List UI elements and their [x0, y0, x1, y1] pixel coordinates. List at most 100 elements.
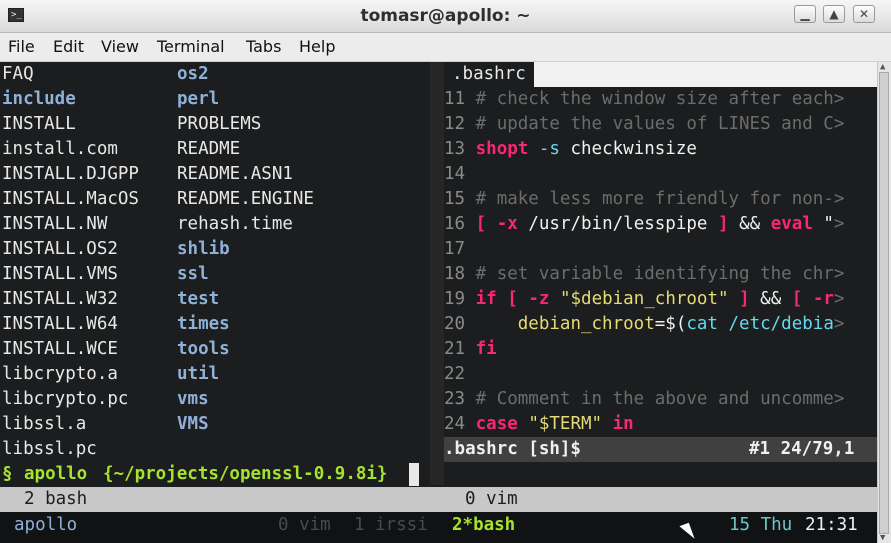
code-token: > [833, 289, 845, 309]
file-entry: INSTALL.W32 [2, 289, 118, 309]
file-entry: PROBLEMS [177, 114, 262, 134]
pane-divider[interactable] [430, 62, 444, 485]
line-number: 19 [444, 289, 466, 309]
vim-line: 18 # set variable identifying the chr> [444, 262, 844, 287]
vim-line: 12 # update the values of LINES and C> [444, 112, 844, 137]
tmux-pane-bar: 2 bash 0 vim [0, 487, 877, 512]
directory-entry: times [177, 314, 230, 334]
tmux-status-bar: apollo 0 vim 1 irssi 2*bash 15 Thu 21:31 [0, 512, 877, 543]
code-token: -r [812, 289, 834, 309]
vim-line: 20 debian_chroot=$(cat /etc/debia> [444, 312, 844, 337]
directory-entry: tools [177, 339, 230, 359]
menu-tabs[interactable]: Tabs [246, 37, 281, 56]
directory-entry: util [177, 364, 220, 384]
code-token: # check the window size after each [475, 89, 834, 109]
line-number: 11 [444, 89, 466, 109]
code-token: # update the values of LINES and C [475, 114, 834, 134]
file-entry: libcrypto.a [2, 364, 118, 384]
code-token: in [612, 414, 634, 434]
scroll-up-icon[interactable]: ▲ [880, 62, 885, 72]
shell-prompt[interactable]: § apollo {~/projects/openssl-0.9.8i} [0, 462, 430, 487]
code-token: > [833, 264, 845, 284]
menu-edit[interactable]: Edit [53, 37, 84, 56]
file-entry: libssl.pc [2, 439, 97, 459]
menu-view[interactable]: View [101, 37, 139, 56]
file-entry: README [177, 139, 241, 159]
scroll-down-icon[interactable]: ▼ [880, 533, 885, 543]
code-token: [ [791, 289, 803, 309]
code-token: cat /etc/debia [686, 314, 834, 334]
terminal-area[interactable]: FAQ include INSTALL install.com INSTALL.DJGP… [0, 62, 891, 543]
menu-help[interactable]: Help [299, 37, 335, 56]
status-window-active[interactable]: 2*bash [452, 513, 515, 538]
code-token: ] [717, 214, 729, 234]
code-token: > [833, 89, 845, 109]
scrollbar-thumb[interactable] [879, 72, 889, 534]
code-token: && [749, 289, 792, 309]
code-token: fi [475, 339, 497, 359]
vim-status-file: .bashrc [sh]$ [444, 439, 581, 459]
code-token: debian_chroot [475, 314, 655, 334]
line-number: 20 [444, 314, 466, 334]
file-entry: FAQ [2, 64, 34, 84]
code-token: -s [538, 139, 560, 159]
vim-tab[interactable]: .bashrc [444, 62, 534, 87]
vim-line: 23 # Comment in the above and uncomme> [444, 387, 844, 412]
file-entry: README.ENGINE [177, 189, 314, 209]
directory-entry: test [177, 289, 220, 309]
menu-file[interactable]: File [8, 37, 35, 56]
code-token: checkwinsize [559, 139, 697, 159]
code-token: -z [528, 289, 550, 309]
line-number: 23 [444, 389, 466, 409]
close-button[interactable]: ✕ [853, 5, 875, 23]
code-token: -x [496, 214, 518, 234]
vim-line: 17 [444, 237, 476, 262]
directory-entry: include [2, 89, 76, 109]
code-token: =$( [654, 314, 687, 334]
file-entry: INSTALL.MacOS [2, 189, 139, 209]
code-token: [ [475, 214, 487, 234]
prompt-path: {~/projects/openssl-0.9.8i} [103, 464, 388, 484]
file-entry: INSTALL [2, 114, 76, 134]
code-token: [ [507, 289, 518, 309]
status-window-irssi[interactable]: 1 irssi [354, 513, 428, 538]
terminal-scrollbar[interactable]: ▲ ▼ [877, 62, 891, 543]
vim-status-position: #1 24/79,1 [749, 439, 855, 459]
line-number: 17 [444, 239, 466, 259]
directory-entry: ssl [177, 264, 209, 284]
vim-line: 16 [ -x /usr/bin/lesspipe ] && eval "> [444, 212, 844, 237]
code-token: > [833, 314, 845, 334]
tmux-pane-right[interactable]: 0 vim [465, 487, 518, 512]
code-token: "$TERM" [528, 414, 603, 434]
maximize-button[interactable]: ▲ [823, 5, 845, 23]
line-number: 24 [444, 414, 466, 434]
code-token: /usr/bin/lesspipe [517, 214, 718, 234]
line-number: 15 [444, 189, 466, 209]
vim-line: 19 if [ -z "$debian_chroot" ] && [ -r> [444, 287, 845, 312]
minimize-button[interactable]: ▁ [794, 5, 816, 23]
status-window-vim[interactable]: 0 vim [278, 513, 331, 538]
line-number: 13 [444, 139, 466, 159]
file-entry: INSTALL.DJGPP [2, 164, 139, 184]
file-entry: libcrypto.pc [2, 389, 129, 409]
tmux-pane-left[interactable]: 2 bash [24, 487, 87, 512]
vim-line: 15 # make less more friendly for non-> [444, 187, 844, 212]
directory-entry: VMS [177, 414, 209, 434]
file-entry: libssl.a [2, 414, 87, 434]
menu-terminal[interactable]: Terminal [157, 37, 225, 56]
code-token: > [833, 389, 845, 409]
directory-entry: shlib [177, 239, 230, 259]
code-token: # set variable identifying the chr [475, 264, 834, 284]
line-number: 12 [444, 114, 466, 134]
code-token: && [728, 214, 771, 234]
directory-entry: os2 [177, 64, 209, 84]
code-token: > [833, 214, 845, 234]
file-entry: install.com [2, 139, 118, 159]
file-entry: INSTALL.W64 [2, 314, 118, 334]
